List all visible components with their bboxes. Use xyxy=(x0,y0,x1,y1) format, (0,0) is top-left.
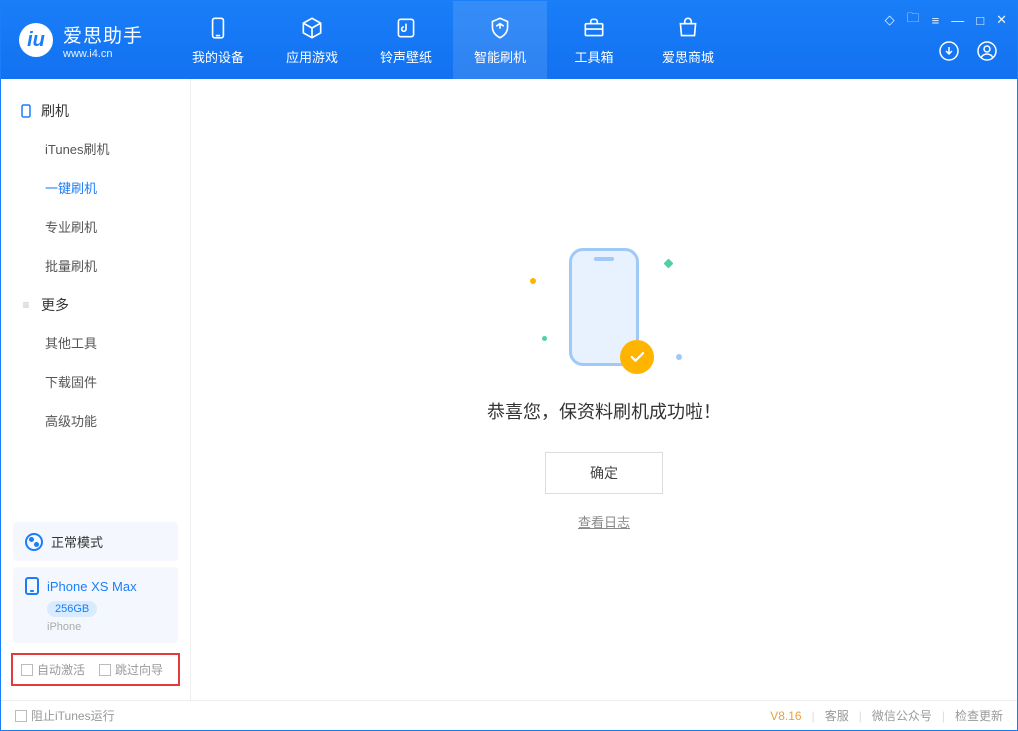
app-body: 刷机 iTunes刷机 一键刷机 专业刷机 批量刷机 ≡ 更多 其他工具 下载固… xyxy=(1,79,1017,700)
nav-shop[interactable]: 爱思商城 xyxy=(641,1,735,79)
success-illustration xyxy=(524,248,684,378)
section-title-label: 更多 xyxy=(41,295,69,315)
divider: | xyxy=(942,709,945,723)
nav-label: 爱思商城 xyxy=(662,47,714,66)
main-content: 恭喜您，保资料刷机成功啦！ 确定 查看日志 xyxy=(191,79,1017,700)
checkbox-auto-activate[interactable]: 自动激活 xyxy=(21,661,85,678)
nav-smart-flash[interactable]: 智能刷机 xyxy=(453,1,547,79)
nav-apps-games[interactable]: 应用游戏 xyxy=(265,1,359,79)
shield-icon xyxy=(487,15,513,41)
nav-label: 应用游戏 xyxy=(286,47,338,66)
device-name: iPhone XS Max xyxy=(47,579,137,594)
app-header: iu 爱思助手 www.i4.cn 我的设备 应用游戏 铃声壁纸 智能刷机 工具… xyxy=(1,1,1017,79)
nav-my-device[interactable]: 我的设备 xyxy=(171,1,265,79)
shop-icon xyxy=(675,15,701,41)
nav-label: 工具箱 xyxy=(575,47,614,66)
app-logo-icon: iu xyxy=(19,23,53,57)
device-phone-icon xyxy=(25,577,39,595)
skin-icon[interactable]: ◇ xyxy=(885,12,895,28)
footer-link-update[interactable]: 检查更新 xyxy=(955,707,1003,724)
checkbox-label: 自动激活 xyxy=(37,661,85,678)
checkbox-icon xyxy=(99,664,111,676)
divider: | xyxy=(812,709,815,723)
check-badge-icon xyxy=(620,340,654,374)
sidebar-bottom: 正常模式 iPhone XS Max 256GB iPhone 自动激活 跳过向… xyxy=(1,516,190,700)
menu-icon[interactable]: ≡ xyxy=(932,13,940,28)
device-icon xyxy=(205,15,231,41)
checkbox-icon xyxy=(15,710,27,722)
divider: | xyxy=(859,709,862,723)
mode-icon xyxy=(25,533,43,551)
cube-icon xyxy=(299,15,325,41)
sparkle-icon xyxy=(530,278,536,284)
device-capacity: 256GB xyxy=(47,601,97,617)
maximize-button[interactable]: □ xyxy=(976,13,984,28)
main-nav: 我的设备 应用游戏 铃声壁纸 智能刷机 工具箱 爱思商城 xyxy=(171,1,735,79)
checkbox-prevent-itunes[interactable]: 阻止iTunes运行 xyxy=(15,707,115,724)
device-card[interactable]: iPhone XS Max 256GB iPhone xyxy=(13,567,178,643)
nav-ringtone-wallpaper[interactable]: 铃声壁纸 xyxy=(359,1,453,79)
user-icon[interactable] xyxy=(975,39,999,68)
close-button[interactable]: ✕ xyxy=(996,12,1007,28)
toolbox-icon xyxy=(581,15,607,41)
lock-icon[interactable]: 🗀 xyxy=(907,9,920,31)
window-controls: ◇ 🗀 ≡ — □ ✕ xyxy=(885,9,1007,31)
app-title: 爱思助手 xyxy=(63,21,143,48)
footer-link-wechat[interactable]: 微信公众号 xyxy=(872,707,932,724)
sidebar-item-advanced[interactable]: 高级功能 xyxy=(1,401,190,440)
ok-button[interactable]: 确定 xyxy=(545,452,663,494)
sidebar-section-flash: 刷机 xyxy=(1,91,190,129)
phone-small-icon xyxy=(19,104,33,118)
sparkle-icon xyxy=(676,354,682,360)
option-row-highlighted: 自动激活 跳过向导 xyxy=(11,653,180,686)
checkbox-label: 跳过向导 xyxy=(115,661,163,678)
more-icon: ≡ xyxy=(19,298,33,312)
nav-label: 铃声壁纸 xyxy=(380,47,432,66)
music-icon xyxy=(393,15,419,41)
sidebar-item-oneclick-flash[interactable]: 一键刷机 xyxy=(1,168,190,207)
device-row: iPhone XS Max xyxy=(25,577,166,595)
header-right-icons xyxy=(937,39,999,68)
success-message: 恭喜您，保资料刷机成功啦！ xyxy=(487,398,721,424)
minimize-button[interactable]: — xyxy=(951,13,964,28)
sidebar-item-pro-flash[interactable]: 专业刷机 xyxy=(1,207,190,246)
sparkle-icon xyxy=(542,336,547,341)
sidebar-item-download-firmware[interactable]: 下载固件 xyxy=(1,362,190,401)
sidebar-item-other-tools[interactable]: 其他工具 xyxy=(1,323,190,362)
logo-text: 爱思助手 www.i4.cn xyxy=(63,21,143,60)
nav-toolbox[interactable]: 工具箱 xyxy=(547,1,641,79)
mode-label: 正常模式 xyxy=(51,532,103,551)
device-type: iPhone xyxy=(47,621,166,633)
status-bar: 阻止iTunes运行 V8.16 | 客服 | 微信公众号 | 检查更新 xyxy=(1,700,1017,730)
app-subtitle: www.i4.cn xyxy=(63,48,143,60)
sidebar: 刷机 iTunes刷机 一键刷机 专业刷机 批量刷机 ≡ 更多 其他工具 下载固… xyxy=(1,79,191,700)
logo-area: iu 爱思助手 www.i4.cn xyxy=(1,21,161,60)
sparkle-icon xyxy=(664,259,674,269)
view-log-link[interactable]: 查看日志 xyxy=(578,512,630,531)
checkbox-icon xyxy=(21,664,33,676)
sidebar-item-batch-flash[interactable]: 批量刷机 xyxy=(1,246,190,285)
nav-label: 智能刷机 xyxy=(474,47,526,66)
nav-label: 我的设备 xyxy=(192,47,244,66)
sidebar-item-itunes-flash[interactable]: iTunes刷机 xyxy=(1,129,190,168)
footer-link-support[interactable]: 客服 xyxy=(825,707,849,724)
footer-right: V8.16 | 客服 | 微信公众号 | 检查更新 xyxy=(770,707,1003,724)
sidebar-section-more: ≡ 更多 xyxy=(1,285,190,323)
version-label: V8.16 xyxy=(770,709,801,723)
checkbox-skip-guide[interactable]: 跳过向导 xyxy=(99,661,163,678)
download-icon[interactable] xyxy=(937,39,961,68)
section-title-label: 刷机 xyxy=(41,101,69,121)
checkbox-label: 阻止iTunes运行 xyxy=(31,707,115,724)
mode-card[interactable]: 正常模式 xyxy=(13,522,178,561)
